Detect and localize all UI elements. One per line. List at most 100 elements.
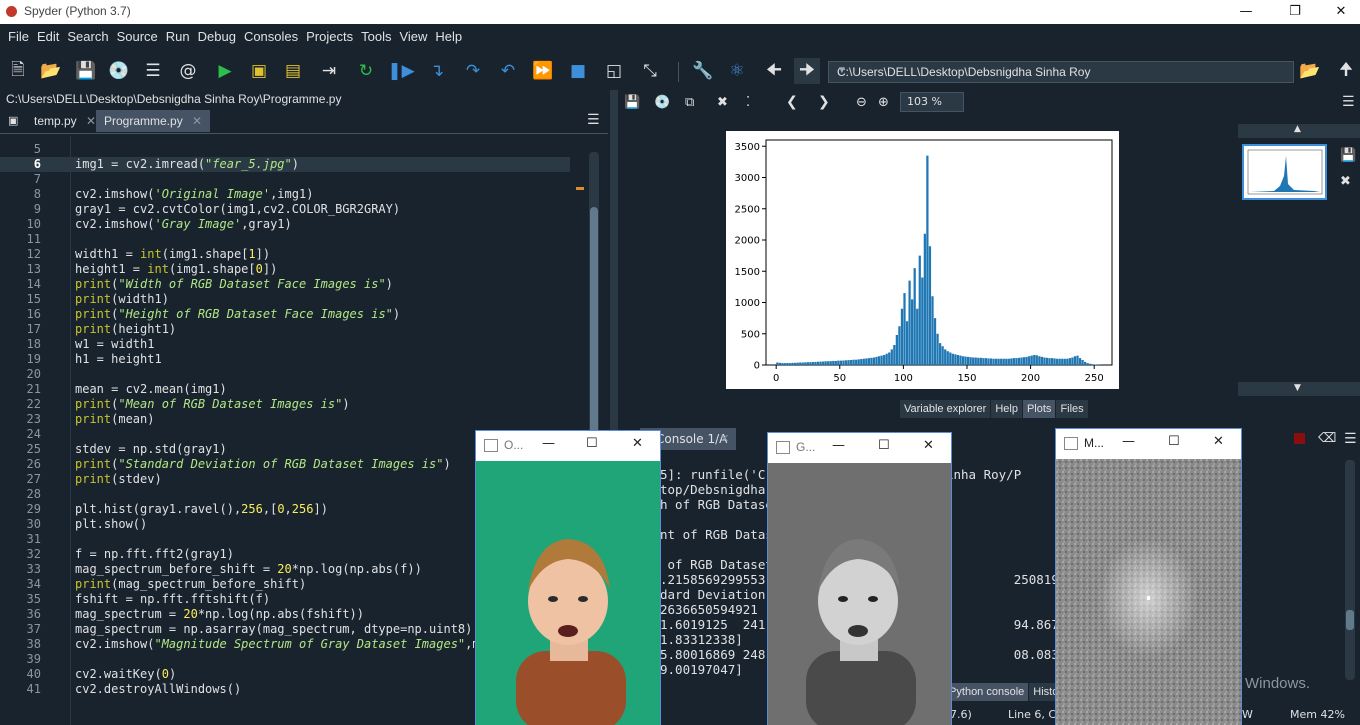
tab-programme-py[interactable]: Programme.py ✕ bbox=[96, 110, 211, 132]
menu-search[interactable]: Search bbox=[63, 24, 112, 50]
remove-all-plots-icon[interactable]: ⁚ bbox=[746, 95, 750, 110]
parent-dir-icon[interactable]: 🠉 bbox=[1333, 58, 1359, 84]
zoom-level-field[interactable]: 103 % bbox=[900, 92, 964, 112]
scrollbar-thumb[interactable] bbox=[590, 207, 598, 437]
run-cell-icon[interactable]: ▣ bbox=[246, 58, 272, 84]
code-line[interactable]: 10 cv2.imshow('Gray Image',gray1) bbox=[0, 217, 570, 232]
forward-arrow-icon[interactable]: 🠊 bbox=[794, 58, 820, 84]
code-line[interactable]: 16 print("Height of RGB Dataset Face Imag… bbox=[0, 307, 570, 322]
close-tab-icon[interactable]: ✕ bbox=[720, 432, 729, 445]
previous-plot-icon[interactable]: ❮ bbox=[786, 94, 798, 110]
menu-tools[interactable]: Tools bbox=[357, 24, 395, 50]
restore-icon[interactable]: ❐ bbox=[1272, 0, 1318, 24]
save-icon[interactable]: 💾 bbox=[73, 58, 99, 84]
code-line[interactable]: 23 print(mean) bbox=[0, 412, 570, 427]
options-menu-icon[interactable]: ☰ bbox=[587, 112, 600, 128]
code-line[interactable]: 11 bbox=[0, 232, 570, 247]
code-line[interactable]: 5 bbox=[0, 142, 570, 157]
code-line[interactable]: 6 img1 = cv2.imread("fear_5.jpg") bbox=[0, 157, 570, 172]
run-icon[interactable]: ▶ bbox=[212, 58, 238, 84]
options-menu-icon[interactable]: ☰ bbox=[1344, 431, 1357, 447]
python-path-icon[interactable]: ⚛ bbox=[724, 58, 750, 84]
maximize-icon[interactable]: ☐ bbox=[586, 436, 598, 451]
code-line[interactable]: 14 print("Width of RGB Dataset Face Image… bbox=[0, 277, 570, 292]
save-plot-icon[interactable]: 💾 bbox=[624, 95, 640, 110]
code-line[interactable]: 20 bbox=[0, 367, 570, 382]
code-line[interactable]: 19 h1 = height1 bbox=[0, 352, 570, 367]
window-titlebar[interactable]: M... — ☐ ✕ bbox=[1056, 429, 1241, 459]
console-scrollbar[interactable] bbox=[1345, 460, 1355, 680]
close-icon[interactable]: ✕ bbox=[632, 436, 643, 451]
menu-file[interactable]: File bbox=[4, 24, 33, 50]
maximize-icon[interactable]: ☐ bbox=[878, 438, 890, 453]
close-icon[interactable]: ✕ bbox=[923, 438, 934, 453]
maximize-icon[interactable]: ☐ bbox=[1168, 434, 1180, 449]
chevron-down-icon[interactable]: ▼ bbox=[837, 65, 1287, 76]
save-all-plots-icon[interactable]: 💿 bbox=[654, 95, 670, 110]
save-thumbnail-icon[interactable]: 💾 bbox=[1340, 148, 1356, 163]
scrollbar-thumb[interactable] bbox=[1346, 610, 1354, 630]
tab-plots[interactable]: Plots bbox=[1022, 400, 1056, 418]
code-line[interactable]: 17 print(height1) bbox=[0, 322, 570, 337]
open-folder-icon[interactable]: 📂 bbox=[38, 58, 64, 84]
code-line[interactable]: 12 width1 = int(img1.shape[1]) bbox=[0, 247, 570, 262]
menu-edit[interactable]: Edit bbox=[33, 24, 63, 50]
menu-help[interactable]: Help bbox=[431, 24, 466, 50]
run-cell-advance-icon[interactable]: ▤ bbox=[280, 58, 306, 84]
list-icon[interactable]: ☰ bbox=[140, 58, 166, 84]
working-directory-combo[interactable]: C:\Users\DELL\Desktop\Debsnigdha Sinha R… bbox=[828, 61, 1294, 83]
fullscreen-icon[interactable]: ⤡ bbox=[637, 58, 663, 84]
step-return-icon[interactable]: ↶ bbox=[495, 58, 521, 84]
back-arrow-icon[interactable]: 🠈 bbox=[761, 58, 787, 84]
run-selection-icon[interactable]: ⇥ bbox=[316, 58, 342, 84]
close-thumbnail-icon[interactable]: ✖ bbox=[1340, 174, 1351, 189]
maximize-pane-icon[interactable]: ◱ bbox=[601, 58, 627, 84]
tab-ipython-console[interactable]: IPython console bbox=[942, 683, 1029, 701]
options-menu-icon[interactable]: ☰ bbox=[1342, 94, 1355, 110]
code-line[interactable]: 18 w1 = width1 bbox=[0, 337, 570, 352]
code-line[interactable]: 8 cv2.imshow('Original Image',img1) bbox=[0, 187, 570, 202]
at-icon[interactable]: @ bbox=[175, 58, 201, 84]
browse-folder-icon[interactable]: 📂 bbox=[1297, 58, 1323, 84]
window-titlebar[interactable]: O... — ☐ ✕ bbox=[476, 431, 660, 461]
copy-plot-icon[interactable]: ⧉ bbox=[685, 95, 694, 110]
window-titlebar[interactable]: G... — ☐ ✕ bbox=[768, 433, 951, 463]
menu-run[interactable]: Run bbox=[162, 24, 194, 50]
stop-debug-icon[interactable]: ■ bbox=[565, 58, 591, 84]
debug-icon[interactable]: ❚▶ bbox=[387, 58, 414, 84]
minimize-icon[interactable]: — bbox=[542, 436, 555, 451]
browse-tabs-icon[interactable]: ▣ bbox=[8, 114, 18, 127]
tab-temp-py[interactable]: temp.py ✕ bbox=[26, 110, 104, 132]
continue-icon[interactable]: ⏩ bbox=[530, 58, 556, 84]
minimize-icon[interactable]: — bbox=[1122, 434, 1135, 449]
step-icon[interactable]: ↴ bbox=[424, 58, 450, 84]
code-line[interactable]: 15 print(width1) bbox=[0, 292, 570, 307]
clear-console-icon[interactable]: ⌫ bbox=[1318, 431, 1336, 446]
tab-files[interactable]: Files bbox=[1056, 400, 1088, 418]
wrench-icon[interactable]: 🔧 bbox=[690, 58, 716, 84]
close-icon[interactable]: ✕ bbox=[1213, 434, 1224, 449]
tab-variable-explorer[interactable]: Variable explorer bbox=[900, 400, 991, 418]
code-line[interactable]: 7 bbox=[0, 172, 570, 187]
minimize-icon[interactable]: — bbox=[1223, 0, 1269, 24]
zoom-out-icon[interactable]: ⊖ bbox=[856, 95, 867, 110]
gray-image-window[interactable]: G... — ☐ ✕ bbox=[767, 432, 952, 725]
close-tab-icon[interactable]: ✕ bbox=[86, 114, 96, 128]
magnitude-spectrum-window[interactable]: M... — ☐ ✕ bbox=[1055, 428, 1242, 725]
menu-projects[interactable]: Projects bbox=[302, 24, 357, 50]
original-image-window[interactable]: O... — ☐ ✕ bbox=[475, 430, 661, 725]
code-line[interactable]: 21 mean = cv2.mean(img1) bbox=[0, 382, 570, 397]
code-line[interactable]: 22 print("Mean of RGB Dataset Images is") bbox=[0, 397, 570, 412]
menu-view[interactable]: View bbox=[395, 24, 431, 50]
code-line[interactable]: 13 height1 = int(img1.shape[0]) bbox=[0, 262, 570, 277]
thumbnails-scroll-up[interactable]: ▲ bbox=[1238, 124, 1360, 138]
remove-plot-icon[interactable]: ✖ bbox=[717, 95, 728, 110]
zoom-in-icon[interactable]: ⊕ bbox=[878, 95, 889, 110]
close-tab-icon[interactable]: ✕ bbox=[192, 114, 202, 128]
menu-source[interactable]: Source bbox=[113, 24, 162, 50]
minimize-icon[interactable]: — bbox=[832, 438, 845, 453]
thumbnails-scroll-down[interactable]: ▼ bbox=[1238, 382, 1360, 396]
close-icon[interactable]: ✕ bbox=[1318, 0, 1360, 24]
tab-help[interactable]: Help bbox=[991, 400, 1022, 418]
plot-thumbnail[interactable] bbox=[1242, 144, 1327, 200]
